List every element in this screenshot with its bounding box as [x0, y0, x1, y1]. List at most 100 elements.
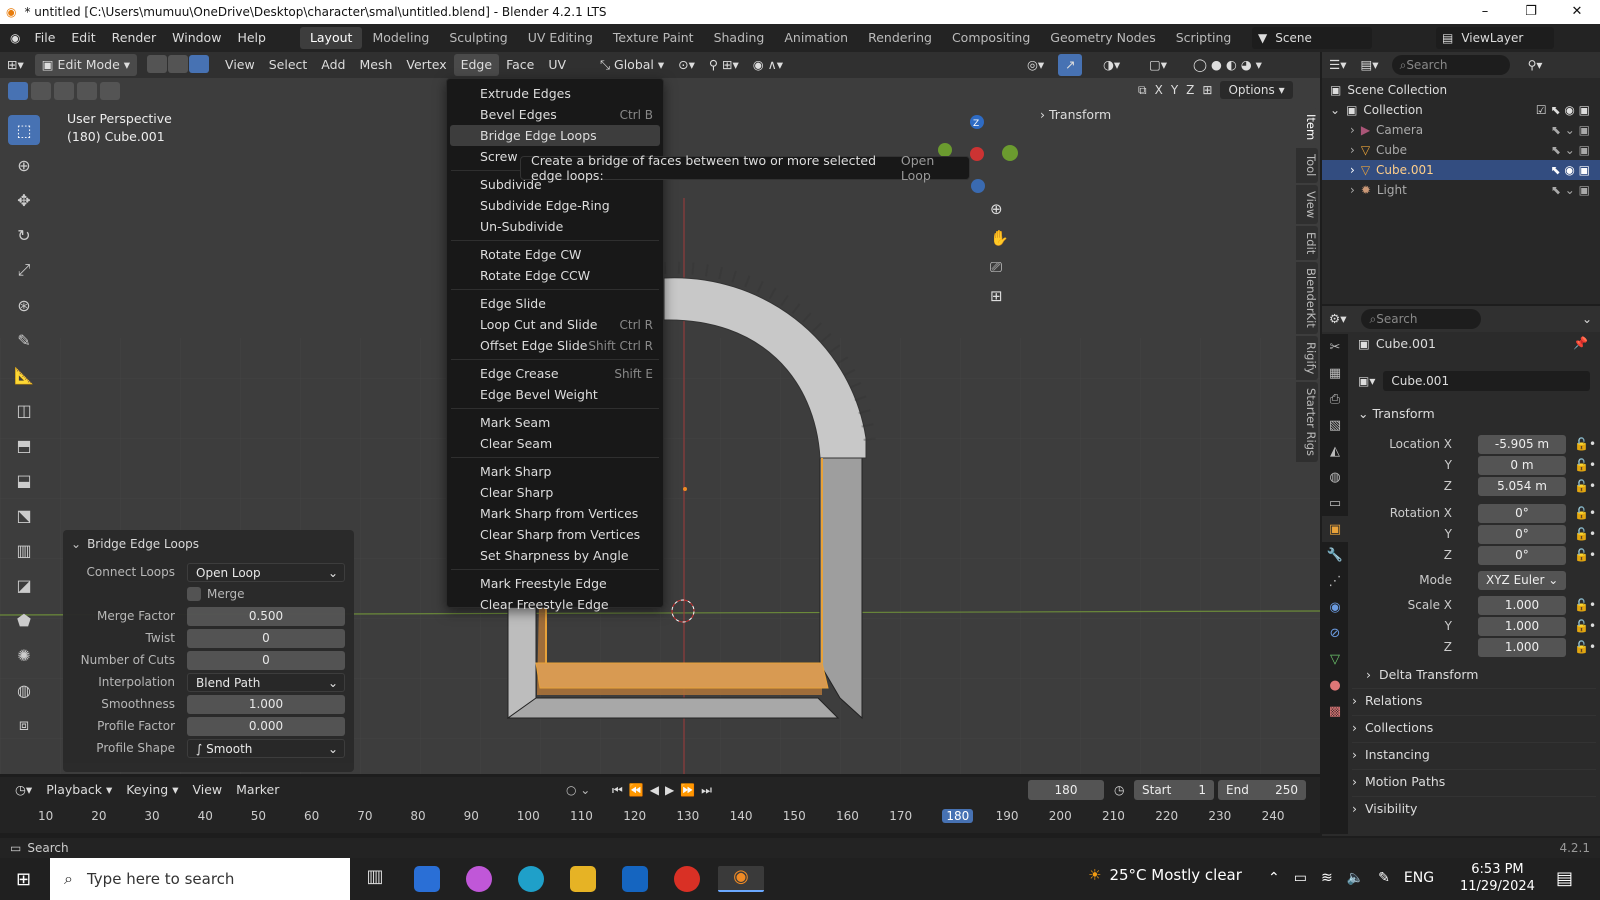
- menu-window[interactable]: Window: [164, 24, 229, 52]
- menu-help[interactable]: Help: [229, 24, 274, 52]
- copilot-app-icon[interactable]: [466, 866, 492, 892]
- scene-tab-icon[interactable]: ◭: [1322, 438, 1348, 464]
- select-new-icon[interactable]: [8, 82, 28, 100]
- menu-item-mark-freestyle-edge[interactable]: Mark Freestyle Edge: [447, 573, 663, 594]
- outliner-row-cube-001[interactable]: › ▽ Cube.001 ⬉ ◉ ▣: [1322, 160, 1600, 180]
- shading-modes[interactable]: ◯ ● ◐ ◕ ▾: [1186, 54, 1269, 76]
- gizmo-icon[interactable]: ↗: [1058, 54, 1083, 76]
- face-select-icon[interactable]: [189, 54, 210, 73]
- store-app-icon[interactable]: [414, 866, 440, 892]
- axis-z[interactable]: Z: [1186, 83, 1194, 97]
- chevron-up-icon[interactable]: ⌃: [1268, 870, 1280, 886]
- menu-item-edge-slide[interactable]: Edge Slide: [447, 293, 663, 314]
- lock-icon[interactable]: 🔓•: [1574, 527, 1596, 541]
- current-frame-field[interactable]: 180: [1028, 780, 1104, 800]
- menu-item-clear-freestyle-edge[interactable]: Clear Freestyle Edge: [447, 594, 663, 615]
- row-visibility-icons[interactable]: ⬉ ◉ ▣: [1551, 163, 1591, 177]
- sidebar-tab-rigify[interactable]: Rigify: [1296, 335, 1318, 381]
- spin-tool-icon[interactable]: ✺: [8, 640, 40, 670]
- delta-transform-section[interactable]: › Delta Transform: [1366, 662, 1600, 686]
- outliner-editor-type-icon[interactable]: ☰▾: [1322, 54, 1353, 76]
- extrude-tool-icon[interactable]: ⬒: [8, 430, 40, 460]
- motion-paths-section[interactable]: › Motion Paths: [1352, 769, 1596, 793]
- merge-checkbox[interactable]: [187, 587, 201, 601]
- menu-item-rotate-edge-cw[interactable]: Rotate Edge CW: [447, 244, 663, 265]
- poly-build-tool-icon[interactable]: ⬟: [8, 605, 40, 635]
- properties-search-input[interactable]: ⌕ Search: [1361, 309, 1482, 329]
- loop-cut-tool-icon[interactable]: ▥: [8, 535, 40, 565]
- tab-sculpting[interactable]: Sculpting: [439, 27, 517, 49]
- camera-view-icon[interactable]: ⎚: [990, 258, 1009, 276]
- lock-icon[interactable]: 🔓•: [1574, 619, 1596, 633]
- weather-widget[interactable]: ☀ 25°C Mostly clear: [1088, 866, 1242, 884]
- tab-texture-paint[interactable]: Texture Paint: [603, 27, 704, 49]
- timeline-menu-view[interactable]: View: [185, 779, 229, 801]
- output-tab-icon[interactable]: ⎙: [1322, 386, 1348, 412]
- outliner-row-camera[interactable]: › ▶ Camera ⬉ ⌄ ▣: [1322, 120, 1600, 140]
- windows-start-icon[interactable]: ⊞: [16, 869, 31, 890]
- pan-hand-icon[interactable]: ✋: [990, 229, 1009, 247]
- merge-factor-field[interactable]: 0.500: [187, 606, 345, 626]
- timeline-menu-playback[interactable]: Playback ▾: [39, 779, 119, 801]
- tab-layout[interactable]: Layout: [299, 27, 363, 49]
- connect-loops-select[interactable]: Open Loop ⌄: [187, 562, 345, 582]
- battery-icon[interactable]: ▭: [1294, 870, 1307, 886]
- modifier-tab-icon[interactable]: 🔧: [1322, 542, 1348, 568]
- shear-tool-icon[interactable]: ⧈: [8, 710, 40, 740]
- chrome-app-icon[interactable]: [674, 866, 700, 892]
- notification-icon[interactable]: ▤: [1556, 868, 1573, 889]
- constraints-tab-icon[interactable]: ⊘: [1322, 620, 1348, 646]
- close-button[interactable]: ✕: [1554, 0, 1600, 24]
- menu-item-rotate-edge-ccw[interactable]: Rotate Edge CCW: [447, 265, 663, 286]
- filter-icon[interactable]: ⚲▾: [1528, 58, 1543, 72]
- outlook-app-icon[interactable]: [622, 866, 648, 892]
- location-y-field[interactable]: 0 m: [1478, 455, 1566, 475]
- sidebar-tab-view[interactable]: View: [1296, 184, 1318, 224]
- sidebar-tab-edit[interactable]: Edit: [1296, 225, 1318, 261]
- row-visibility-icons[interactable]: ⬉ ⌄ ▣: [1551, 143, 1590, 157]
- lock-icon[interactable]: 🔓•: [1574, 479, 1596, 493]
- auto-keying-icon[interactable]: ○ ⌄: [566, 783, 590, 797]
- move-tool-icon[interactable]: ✥: [8, 185, 40, 215]
- tab-rendering[interactable]: Rendering: [858, 27, 942, 49]
- header-menu-face[interactable]: Face: [499, 54, 541, 76]
- menu-item-mark-sharp[interactable]: Mark Sharp: [447, 461, 663, 482]
- menu-item-clear-sharp[interactable]: Clear Sharp: [447, 482, 663, 503]
- select-invert-icon[interactable]: [77, 82, 97, 100]
- measure-tool-icon[interactable]: 📐: [8, 360, 40, 390]
- annotate-tool-icon[interactable]: ✎: [8, 325, 40, 355]
- snap-icon[interactable]: ⚲ ⊞▾: [702, 54, 746, 76]
- tab-compositing[interactable]: Compositing: [942, 27, 1040, 49]
- lock-icon[interactable]: 🔓•: [1574, 640, 1596, 654]
- header-menu-vertex[interactable]: Vertex: [399, 54, 453, 76]
- profile-factor-field[interactable]: 0.000: [187, 716, 345, 736]
- menu-item-mark-sharp-from-vertices[interactable]: Mark Sharp from Vertices: [447, 503, 663, 524]
- rotation-y-field[interactable]: 0°: [1478, 524, 1566, 544]
- edge-select-icon[interactable]: [168, 54, 189, 73]
- outliner-row-collection[interactable]: ⌄ ▣ Collection ☑ ⬉ ◉ ▣: [1322, 100, 1600, 120]
- minimize-button[interactable]: –: [1462, 0, 1508, 24]
- sidebar-tab-starter-rigs[interactable]: Starter Rigs: [1296, 382, 1318, 463]
- lock-icon[interactable]: 🔓•: [1574, 548, 1596, 562]
- proportional-edit-icon[interactable]: ◉ ∧▾: [746, 54, 790, 76]
- tool-tab-icon[interactable]: ✂: [1322, 334, 1348, 360]
- overlays-icon[interactable]: ◑▾: [1096, 54, 1127, 76]
- visibility-icon[interactable]: ◎▾: [1020, 54, 1051, 76]
- visibility-section[interactable]: › Visibility: [1352, 796, 1596, 820]
- collection-tab-icon[interactable]: ▭: [1322, 490, 1348, 516]
- taskbar-clock[interactable]: 6:53 PM 11/29/2024: [1460, 861, 1535, 895]
- view-layer-tab-icon[interactable]: ▧: [1322, 412, 1348, 438]
- frame-ruler[interactable]: 10 20 30 40 50 60 70 80 90 100 110 120 130 140 150 160 1…: [0, 807, 1320, 825]
- select-intersect-icon[interactable]: [100, 82, 120, 100]
- rotate-tool-icon[interactable]: ↻: [8, 220, 40, 250]
- header-menu-add[interactable]: Add: [314, 54, 352, 76]
- profile-shape-select[interactable]: ∫ Smooth ⌄: [187, 738, 345, 758]
- zoom-icon[interactable]: ⊕: [990, 200, 1009, 218]
- ortho-grid-icon[interactable]: ⊞: [990, 287, 1009, 305]
- transform-orientation[interactable]: ⤡ Global ▾: [593, 54, 671, 76]
- relations-section[interactable]: › Relations: [1352, 688, 1596, 712]
- timeline-menu-keying[interactable]: Keying ▾: [119, 779, 185, 801]
- vertex-select-icon[interactable]: [147, 54, 168, 73]
- scale-tool-icon[interactable]: ⤢: [8, 255, 40, 285]
- language-indicator[interactable]: ENG: [1404, 870, 1434, 886]
